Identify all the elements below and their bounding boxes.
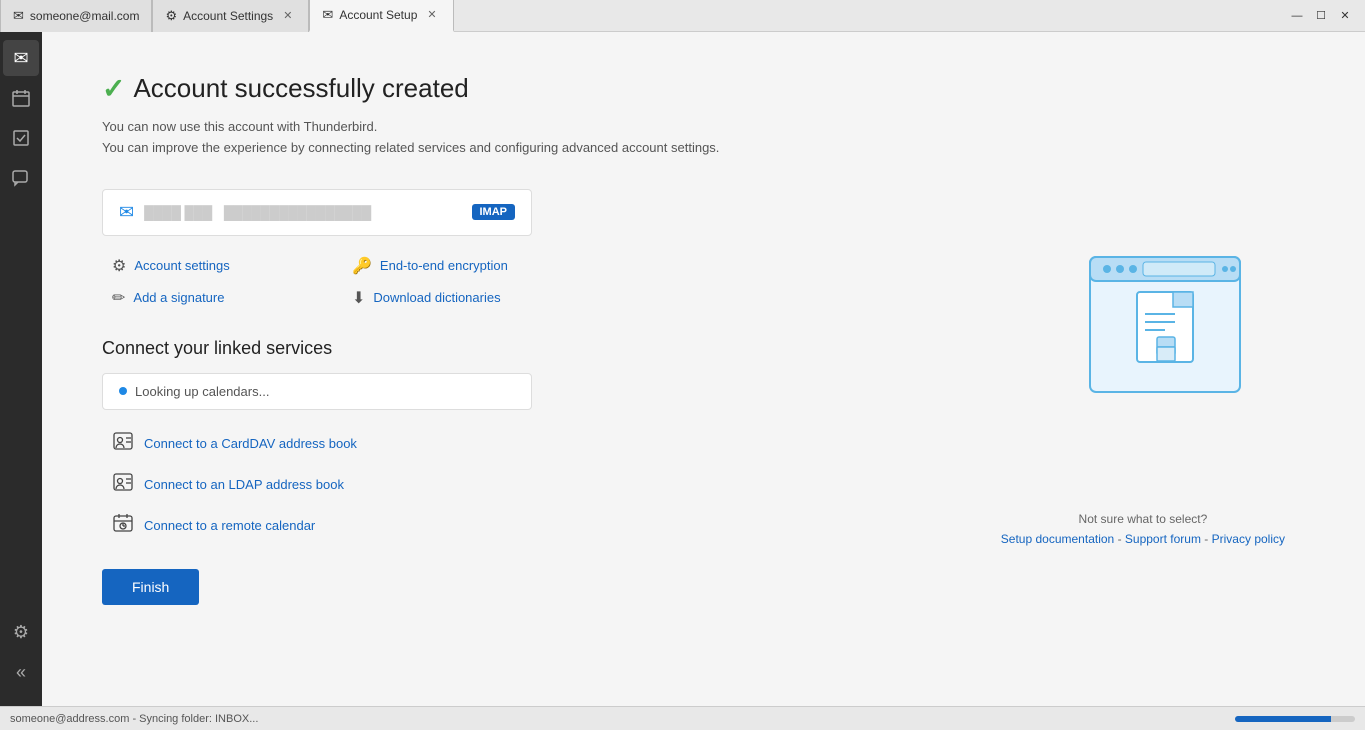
tab-account-setup-icon: ✉ xyxy=(322,7,333,23)
account-email: ████████████████ xyxy=(224,205,371,220)
action-download-dicts[interactable]: ⬇ Download dictionaries xyxy=(352,288,572,308)
account-card: ✉ ████ ███ ████████████████ IMAP xyxy=(102,189,532,236)
account-card-text: ████ ███ ████████████████ xyxy=(144,205,471,220)
account-card-email-icon: ✉ xyxy=(119,202,134,223)
ldap-icon xyxy=(112,471,134,498)
illustration xyxy=(1085,252,1245,400)
content-area: ✓ Account successfully created You can n… xyxy=(42,32,1365,706)
connect-ldap[interactable]: Connect to an LDAP address book xyxy=(112,471,1305,498)
tab-account-settings[interactable]: ⚙ Account Settings ✕ xyxy=(152,0,309,32)
help-section: Not sure what to select? Setup documenta… xyxy=(1001,512,1285,546)
connect-carddav-label: Connect to a CardDAV address book xyxy=(144,436,357,451)
sidebar: ✉ ⚙ « xyxy=(0,32,42,706)
finish-button[interactable]: Finish xyxy=(102,569,199,605)
success-title: Account successfully created xyxy=(133,73,468,104)
success-subtitle: You can now use this account with Thunde… xyxy=(102,117,1305,159)
calendar-lookup-text: Looking up calendars... xyxy=(135,384,269,399)
title-bar: ✉ someone@mail.com ⚙ Account Settings ✕ … xyxy=(0,0,1365,32)
download-dicts-icon: ⬇ xyxy=(352,288,365,308)
sidebar-bottom: ⚙ « xyxy=(3,614,39,698)
calendar-lookup: Looking up calendars... xyxy=(102,373,532,410)
maximize-button[interactable]: ☐ xyxy=(1313,8,1329,24)
sidebar-item-settings[interactable]: ⚙ xyxy=(3,614,39,650)
tab-account-settings-icon: ⚙ xyxy=(165,8,177,24)
sidebar-item-tasks[interactable] xyxy=(3,120,39,156)
success-header: ✓ Account successfully created xyxy=(102,72,1305,105)
status-progress-fill xyxy=(1235,716,1331,722)
status-progress-bar xyxy=(1235,716,1355,722)
success-checkmark-icon: ✓ xyxy=(102,72,125,105)
help-separator-2: - xyxy=(1204,532,1211,546)
minimize-button[interactable]: — xyxy=(1289,8,1305,24)
tab-email-label: someone@mail.com xyxy=(30,9,140,23)
subtitle-line1: You can now use this account with Thunde… xyxy=(102,117,1305,138)
action-account-settings-label: Account settings xyxy=(134,258,229,273)
connect-carddav[interactable]: Connect to a CardDAV address book xyxy=(112,430,1305,457)
end-to-end-icon: 🔑 xyxy=(352,256,372,276)
lookup-dot-icon xyxy=(119,387,127,395)
account-settings-icon: ⚙ xyxy=(112,256,126,276)
action-end-to-end[interactable]: 🔑 End-to-end encryption xyxy=(352,256,572,276)
support-forum-link[interactable]: Support forum xyxy=(1125,532,1201,546)
action-account-settings[interactable]: ⚙ Account settings xyxy=(112,256,332,276)
setup-documentation-link[interactable]: Setup documentation xyxy=(1001,532,1114,546)
sidebar-item-collapse[interactable]: « xyxy=(3,654,39,690)
close-button[interactable]: ✕ xyxy=(1337,8,1353,24)
app-body: ✉ ⚙ « ✓ xyxy=(0,32,1365,706)
sidebar-item-mail[interactable]: ✉ xyxy=(3,40,39,76)
help-separator-1: - xyxy=(1118,532,1125,546)
imap-badge: IMAP xyxy=(472,204,516,220)
tab-email[interactable]: ✉ someone@mail.com xyxy=(0,0,152,32)
tabs-container: ✉ someone@mail.com ⚙ Account Settings ✕ … xyxy=(0,0,1277,32)
connect-ldap-label: Connect to an LDAP address book xyxy=(144,477,344,492)
carddav-icon xyxy=(112,430,134,457)
sidebar-item-calendar[interactable] xyxy=(3,80,39,116)
action-download-dicts-label: Download dictionaries xyxy=(373,290,500,305)
tab-email-icon: ✉ xyxy=(13,8,24,24)
action-add-signature[interactable]: ✏ Add a signature xyxy=(112,288,332,308)
privacy-policy-link[interactable]: Privacy policy xyxy=(1212,532,1285,546)
tab-account-settings-label: Account Settings xyxy=(183,9,273,23)
action-add-signature-label: Add a signature xyxy=(133,290,224,305)
sidebar-item-chat[interactable] xyxy=(3,160,39,196)
status-text: someone@address.com - Syncing folder: IN… xyxy=(10,713,258,725)
status-bar: someone@address.com - Syncing folder: IN… xyxy=(0,706,1365,730)
help-not-sure: Not sure what to select? xyxy=(1001,512,1285,526)
connect-remote-calendar-label: Connect to a remote calendar xyxy=(144,518,315,533)
tab-account-settings-close[interactable]: ✕ xyxy=(279,7,296,24)
add-signature-icon: ✏ xyxy=(112,288,125,308)
remote-calendar-icon xyxy=(112,512,134,539)
account-display-name: ████ ███ xyxy=(144,205,212,220)
tab-account-setup-label: Account Setup xyxy=(339,8,417,22)
window-controls: — ☐ ✕ xyxy=(1277,8,1365,24)
tab-account-setup[interactable]: ✉ Account Setup ✕ xyxy=(309,0,453,32)
action-end-to-end-label: End-to-end encryption xyxy=(380,258,508,273)
tab-account-setup-close[interactable]: ✕ xyxy=(423,6,440,23)
subtitle-line2: You can improve the experience by connec… xyxy=(102,138,1305,159)
help-links: Setup documentation - Support forum - Pr… xyxy=(1001,532,1285,546)
